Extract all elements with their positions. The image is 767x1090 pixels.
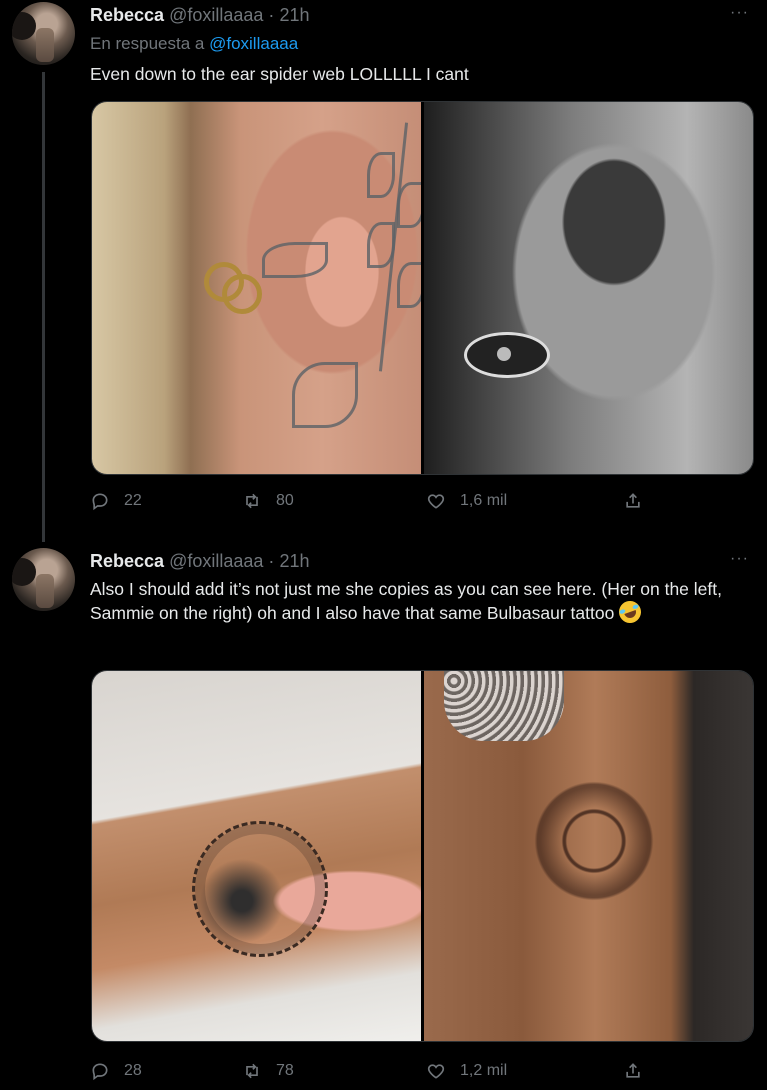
tweet-actions: 22 80 1,6 mil — [90, 491, 750, 515]
media-image-right[interactable] — [424, 671, 753, 1041]
retweet-button[interactable]: 80 — [242, 491, 294, 511]
reply-context: En respuesta a @foxillaaaa — [90, 34, 298, 54]
more-options-icon[interactable]: ··· — [730, 4, 749, 22]
reply-icon — [92, 1063, 108, 1081]
separator: · — [268, 5, 275, 25]
tweet-header: Rebecca @foxillaaaa · 21h — [90, 5, 309, 26]
retweet-count: 78 — [276, 1062, 294, 1079]
like-button[interactable]: 1,2 mil — [426, 1061, 507, 1081]
author-handle[interactable]: @foxillaaaa — [169, 551, 263, 571]
reply-count: 22 — [124, 492, 142, 509]
retweet-button[interactable]: 78 — [242, 1061, 294, 1081]
like-button[interactable]: 1,6 mil — [426, 491, 507, 511]
author-avatar[interactable] — [12, 548, 75, 611]
tweet-media[interactable] — [91, 101, 754, 475]
reply-button[interactable]: 28 — [90, 1061, 142, 1081]
tweet[interactable]: Rebecca @foxillaaaa · 21h ··· En respues… — [0, 0, 767, 542]
media-image-right[interactable] — [424, 102, 753, 474]
tweet-media[interactable] — [91, 670, 754, 1042]
author-name[interactable]: Rebecca — [90, 551, 164, 571]
timestamp[interactable]: 21h — [279, 5, 309, 25]
reply-prefix: En respuesta a — [90, 34, 205, 53]
like-count: 1,2 mil — [460, 1062, 508, 1079]
share-icon — [626, 493, 640, 508]
more-options-icon[interactable]: ··· — [730, 550, 749, 568]
share-button[interactable] — [623, 1061, 643, 1081]
author-name[interactable]: Rebecca — [90, 5, 164, 25]
tweet-header: Rebecca @foxillaaaa · 21h — [90, 551, 309, 572]
tweet-text: Even down to the ear spider web LOLLLLL … — [90, 64, 469, 84]
reply-to-link[interactable]: @foxillaaaa — [209, 34, 298, 53]
share-button[interactable] — [623, 491, 643, 511]
media-image-left[interactable] — [92, 671, 421, 1041]
thread-line — [42, 72, 45, 542]
reply-count: 28 — [124, 1062, 142, 1079]
like-count: 1,6 mil — [460, 492, 508, 509]
heart-icon — [427, 1064, 445, 1079]
tweet-text: Also I should add it’s not just me she c… — [90, 577, 750, 627]
reply-button[interactable]: 22 — [90, 491, 142, 511]
author-avatar[interactable] — [12, 2, 75, 65]
tweet[interactable]: Rebecca @foxillaaaa · 21h ··· Also I sho… — [0, 545, 767, 1090]
tweet-actions: 28 78 1,2 mil — [90, 1061, 750, 1085]
reply-icon — [92, 493, 108, 511]
media-image-left[interactable] — [92, 102, 421, 474]
separator: · — [268, 551, 275, 571]
heart-icon — [427, 494, 445, 509]
timestamp[interactable]: 21h — [279, 551, 309, 571]
retweet-icon — [246, 493, 258, 509]
rolling-on-floor-laughing-emoji-icon — [616, 597, 645, 627]
author-handle[interactable]: @foxillaaaa — [169, 5, 263, 25]
share-icon — [626, 1063, 640, 1078]
retweet-icon — [246, 1063, 258, 1079]
retweet-count: 80 — [276, 492, 294, 509]
